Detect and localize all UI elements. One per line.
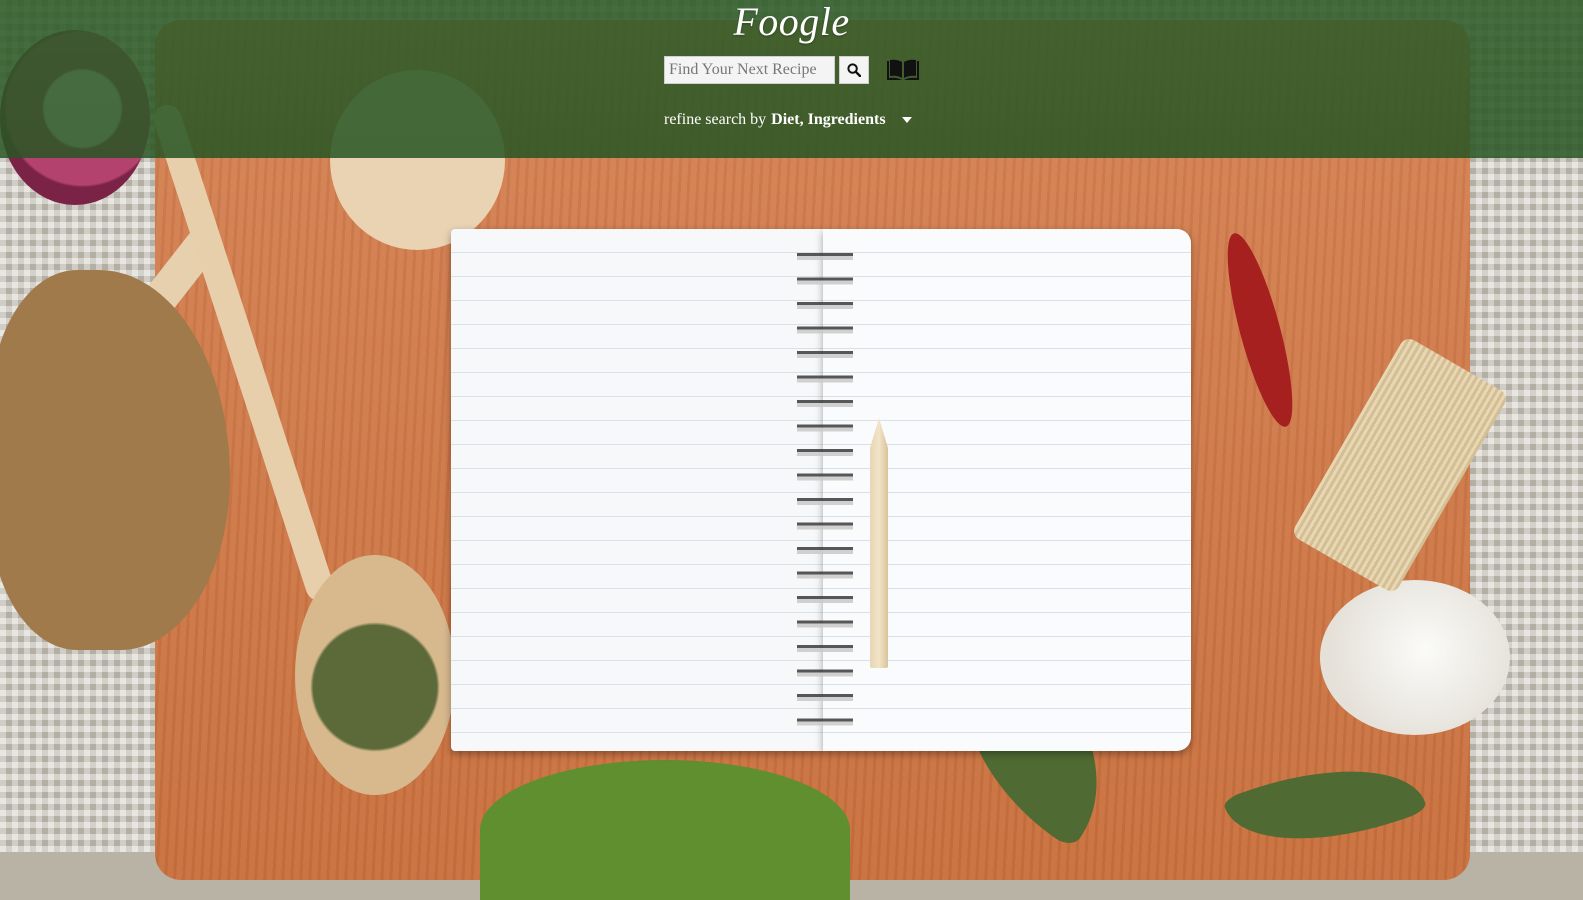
refine-prefix-label: refine search by — [664, 111, 767, 128]
refine-options-label: Diet, Ingredients — [771, 111, 886, 128]
chevron-down-icon — [901, 117, 912, 123]
site-header: Foogle refine search by Diet, Ingredient… — [0, 0, 1583, 158]
recipe-book-button[interactable] — [885, 58, 921, 82]
search-icon — [847, 63, 861, 77]
book-icon — [887, 59, 919, 80]
lettuce-decoration — [480, 760, 850, 900]
search-button[interactable] — [839, 56, 869, 84]
search-input[interactable] — [664, 56, 835, 84]
site-logo[interactable]: Foogle — [0, 0, 1583, 45]
herb-spoon-decoration — [295, 555, 455, 795]
notebook-illustration — [451, 229, 1191, 751]
notebook-spiral — [797, 247, 853, 737]
garlic-bulb-decoration — [1320, 580, 1510, 735]
pencil-decoration — [870, 418, 888, 668]
refine-search-dropdown[interactable]: refine search by Diet, Ingredients — [664, 111, 912, 129]
notebook-left-page — [451, 229, 823, 751]
